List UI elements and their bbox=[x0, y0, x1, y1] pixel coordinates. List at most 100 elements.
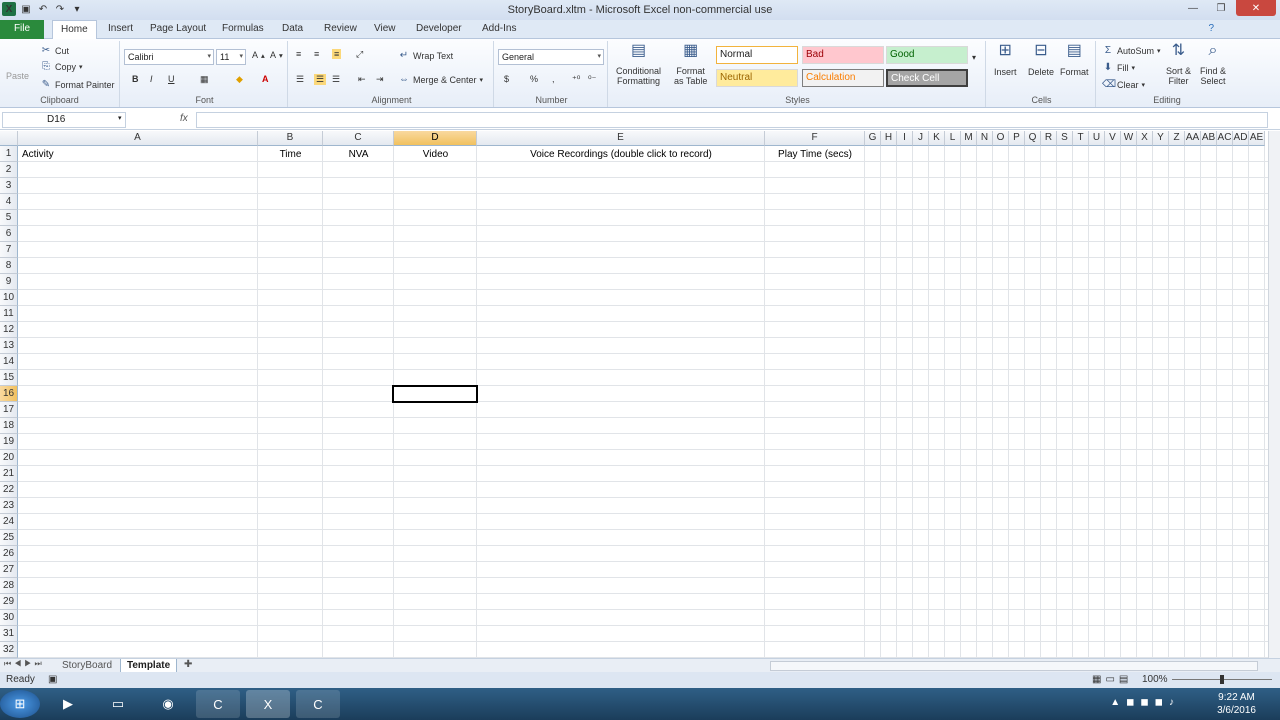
fill-color-icon[interactable]: ◆ bbox=[236, 74, 243, 85]
underline-button[interactable]: U bbox=[168, 74, 175, 84]
select-all-corner[interactable] bbox=[0, 131, 18, 146]
row-header-27[interactable]: 27 bbox=[0, 562, 18, 578]
column-header-g[interactable]: G bbox=[865, 131, 881, 146]
sheet-tab-template[interactable]: Template bbox=[120, 659, 178, 673]
clear-button[interactable]: ⌫ Clear ▾ bbox=[1102, 79, 1145, 91]
explorer-icon[interactable]: ▭ bbox=[96, 690, 140, 718]
column-header-o[interactable]: O bbox=[993, 131, 1009, 146]
style-calculation[interactable]: Calculation bbox=[802, 69, 884, 87]
comma-button[interactable]: , bbox=[552, 74, 555, 84]
row-header-20[interactable]: 20 bbox=[0, 450, 18, 466]
shrink-font-button[interactable]: A ▾ bbox=[270, 50, 283, 60]
chrome-icon[interactable]: ◉ bbox=[146, 690, 190, 718]
row-header-14[interactable]: 14 bbox=[0, 354, 18, 370]
row-header-9[interactable]: 9 bbox=[0, 274, 18, 290]
orientation-icon[interactable]: ⤢ bbox=[356, 49, 363, 60]
style-good[interactable]: Good bbox=[886, 46, 968, 64]
insert-function-icon[interactable]: fx bbox=[180, 113, 188, 124]
column-header-t[interactable]: T bbox=[1073, 131, 1089, 146]
copy-button[interactable]: ⎘ Copy ▾ bbox=[40, 61, 83, 73]
column-header-i[interactable]: I bbox=[897, 131, 913, 146]
tab-view[interactable]: View bbox=[366, 20, 404, 39]
name-box-dropdown-icon[interactable]: ▾ bbox=[118, 114, 122, 122]
close-icon[interactable]: ✕ bbox=[1236, 0, 1276, 16]
excel-taskbar-icon[interactable]: X bbox=[246, 690, 290, 718]
tab-file[interactable]: File bbox=[0, 20, 44, 39]
row-header-5[interactable]: 5 bbox=[0, 210, 18, 226]
camtasia-recorder-icon[interactable]: C bbox=[296, 690, 340, 718]
merge-center-button[interactable]: ⇔ Merge & Center ▾ bbox=[398, 74, 483, 86]
row-header-32[interactable]: 32 bbox=[0, 642, 18, 658]
taskbar-clock[interactable]: 9:22 AM 3/6/2016 bbox=[1217, 691, 1256, 717]
row-header-17[interactable]: 17 bbox=[0, 402, 18, 418]
tab-home[interactable]: Home bbox=[52, 20, 97, 40]
delete-cells-button[interactable]: ⊟ Delete bbox=[1028, 43, 1054, 78]
align-left-icon[interactable]: ☰ bbox=[296, 74, 304, 85]
active-cell-d16[interactable] bbox=[392, 385, 478, 403]
find-select-button[interactable]: ⌕ Find & Select bbox=[1200, 43, 1226, 87]
formula-input[interactable] bbox=[196, 112, 1268, 128]
tab-review[interactable]: Review bbox=[316, 20, 365, 39]
minimize-icon[interactable]: — bbox=[1180, 0, 1206, 16]
column-header-ad[interactable]: AD bbox=[1233, 131, 1249, 146]
column-header-k[interactable]: K bbox=[929, 131, 945, 146]
vertical-scrollbar[interactable] bbox=[1268, 131, 1280, 658]
align-middle-icon[interactable]: ≡ bbox=[314, 49, 319, 59]
media-player-icon[interactable]: ▶ bbox=[46, 690, 90, 718]
row-header-4[interactable]: 4 bbox=[0, 194, 18, 210]
row-header-21[interactable]: 21 bbox=[0, 466, 18, 482]
row-header-19[interactable]: 19 bbox=[0, 434, 18, 450]
horizontal-scrollbar[interactable] bbox=[770, 661, 1258, 671]
style-neutral[interactable]: Neutral bbox=[716, 69, 798, 87]
row-header-11[interactable]: 11 bbox=[0, 306, 18, 322]
view-buttons-icon[interactable]: ▦▭▤ bbox=[1092, 672, 1132, 687]
zoom-slider[interactable] bbox=[1172, 672, 1272, 687]
format-cells-button[interactable]: ▤ Format bbox=[1060, 43, 1089, 78]
align-right-icon[interactable]: ☰ bbox=[332, 74, 340, 85]
bold-button[interactable]: B bbox=[132, 74, 139, 84]
column-header-ab[interactable]: AB bbox=[1201, 131, 1217, 146]
insert-sheet-icon[interactable]: ✚ bbox=[184, 659, 192, 670]
column-header-b[interactable]: B bbox=[258, 131, 323, 146]
align-center-icon[interactable]: ☰ bbox=[314, 74, 327, 85]
autosum-button[interactable]: Σ AutoSum ▾ bbox=[1102, 45, 1161, 57]
align-bottom-icon[interactable]: ≡ bbox=[332, 49, 342, 59]
tab-formulas[interactable]: Formulas bbox=[214, 20, 272, 39]
row-header-29[interactable]: 29 bbox=[0, 594, 18, 610]
column-header-q[interactable]: Q bbox=[1025, 131, 1041, 146]
name-box[interactable]: D16 bbox=[2, 112, 126, 128]
style-bad[interactable]: Bad bbox=[802, 46, 884, 64]
conditional-formatting-button[interactable]: ▤ Conditional Formatting bbox=[616, 43, 661, 87]
row-header-10[interactable]: 10 bbox=[0, 290, 18, 306]
column-header-m[interactable]: M bbox=[961, 131, 977, 146]
column-header-x[interactable]: X bbox=[1137, 131, 1153, 146]
column-header-a[interactable]: A bbox=[18, 131, 258, 146]
row-header-22[interactable]: 22 bbox=[0, 482, 18, 498]
paste-button[interactable]: Paste bbox=[6, 71, 29, 81]
column-header-p[interactable]: P bbox=[1009, 131, 1025, 146]
row-header-6[interactable]: 6 bbox=[0, 226, 18, 242]
column-header-d[interactable]: D bbox=[394, 131, 477, 146]
font-name-select[interactable]: Calibri ▾ bbox=[124, 49, 214, 65]
row-header-8[interactable]: 8 bbox=[0, 258, 18, 274]
tab-insert[interactable]: Insert bbox=[100, 20, 141, 39]
column-header-y[interactable]: Y bbox=[1153, 131, 1169, 146]
column-header-u[interactable]: U bbox=[1089, 131, 1105, 146]
row-header-23[interactable]: 23 bbox=[0, 498, 18, 514]
tab-developer[interactable]: Developer bbox=[408, 20, 470, 39]
tab-data[interactable]: Data bbox=[274, 20, 311, 39]
column-header-ae[interactable]: AE bbox=[1249, 131, 1265, 146]
camtasia-icon[interactable]: C bbox=[196, 690, 240, 718]
row-header-26[interactable]: 26 bbox=[0, 546, 18, 562]
column-header-f[interactable]: F bbox=[765, 131, 865, 146]
row-header-24[interactable]: 24 bbox=[0, 514, 18, 530]
grow-font-button[interactable]: A ▴ bbox=[252, 50, 265, 60]
column-header-l[interactable]: L bbox=[945, 131, 961, 146]
increase-indent-icon[interactable]: ⇥ bbox=[376, 74, 384, 85]
system-tray-icons[interactable]: ▲◼◼◼♪ bbox=[1110, 697, 1180, 708]
wrap-text-button[interactable]: ↵ Wrap Text bbox=[398, 50, 453, 62]
row-header-18[interactable]: 18 bbox=[0, 418, 18, 434]
format-as-table-button[interactable]: ▦ Format as Table bbox=[674, 43, 707, 87]
zoom-level[interactable]: 100% bbox=[1142, 672, 1168, 687]
increase-decimal-icon[interactable]: ⁺⁰ bbox=[572, 74, 580, 85]
